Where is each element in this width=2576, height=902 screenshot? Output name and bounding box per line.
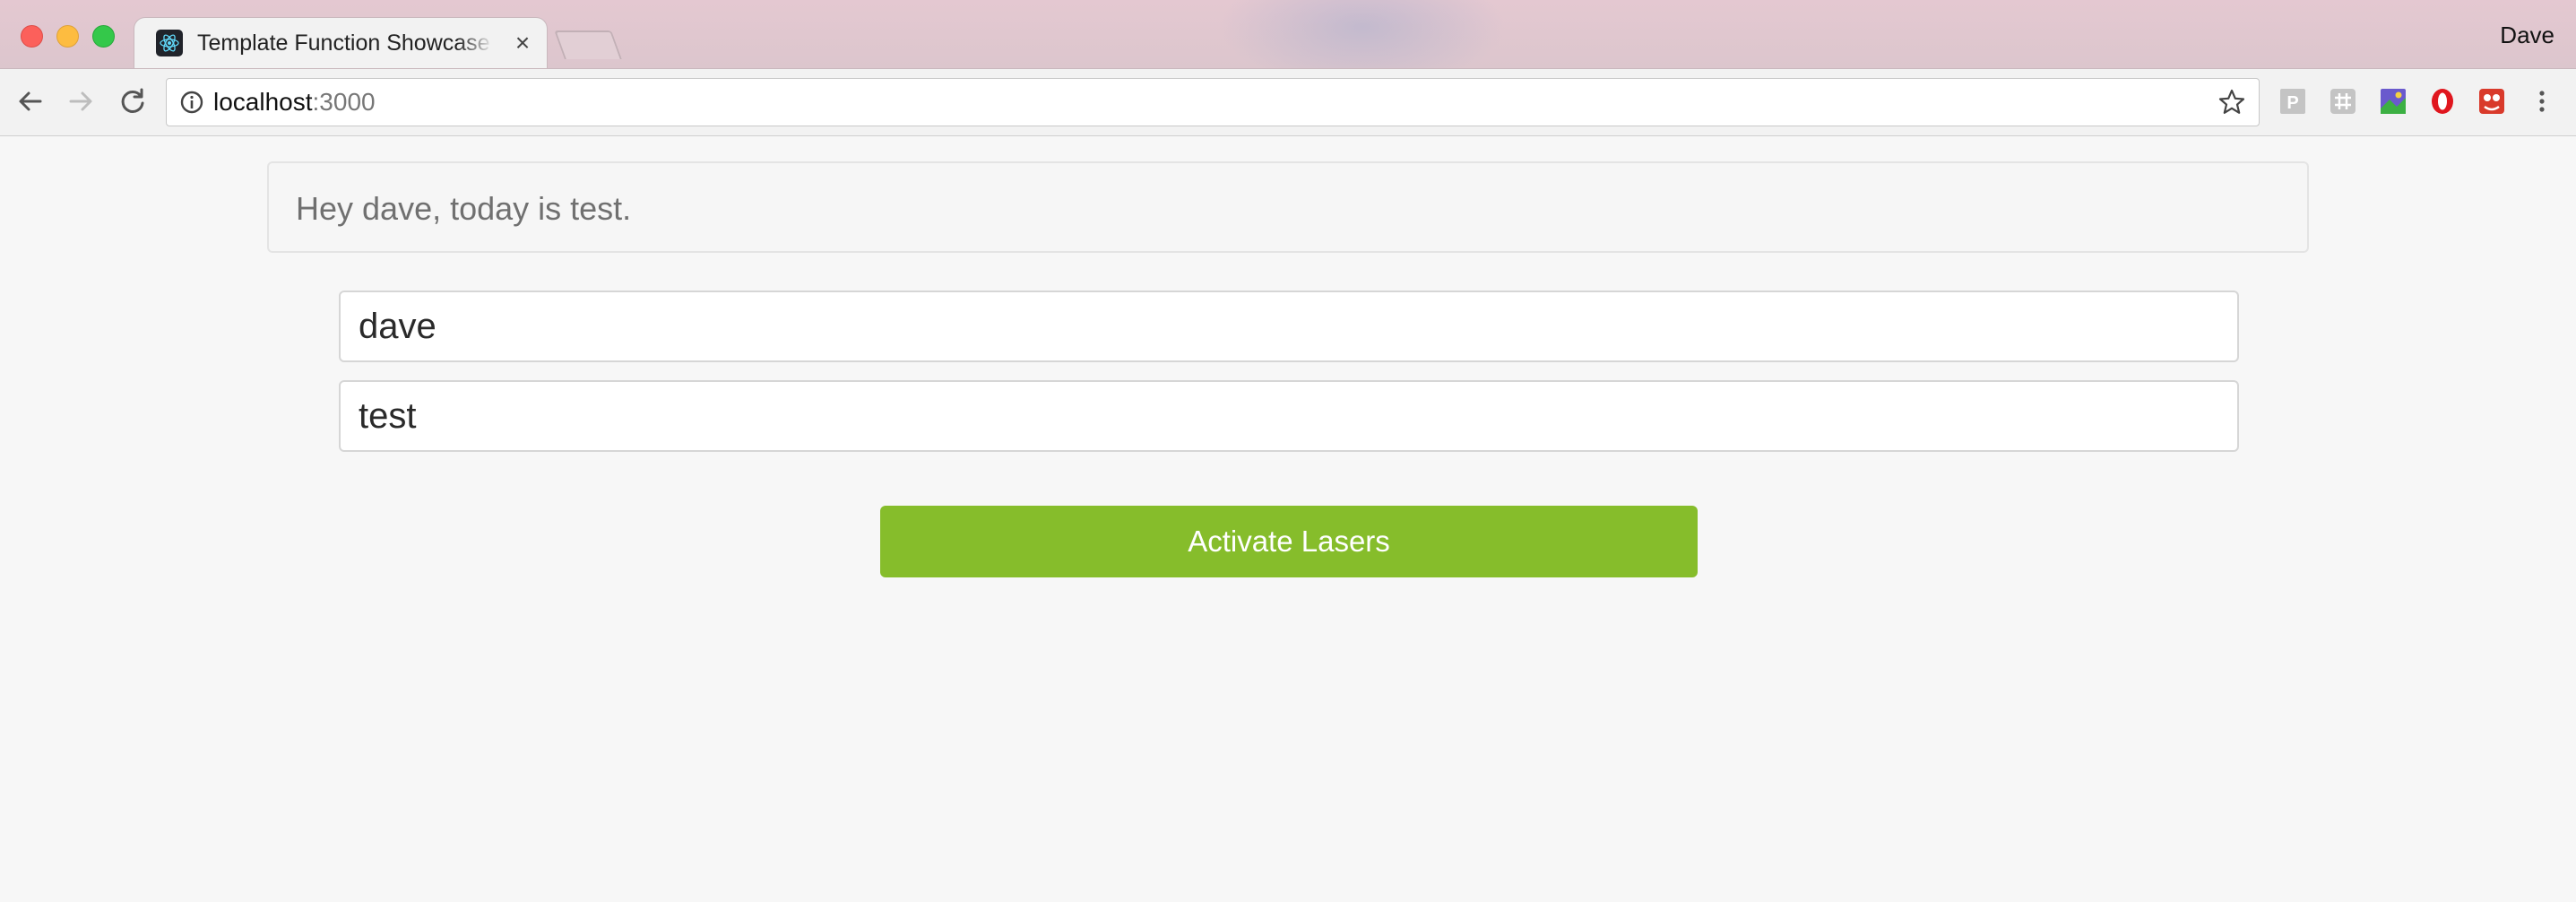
url-port: :3000 [312,88,376,116]
forward-arrow-icon[interactable] [63,83,99,119]
new-tab-button[interactable] [554,30,622,59]
greeting-panel: Hey dave, today is test. [267,161,2309,253]
tab-close-icon[interactable]: × [509,30,536,56]
reload-icon[interactable] [115,83,151,119]
titlebar-background [1219,0,1506,68]
react-logo-icon [156,30,183,56]
profile-name[interactable]: Dave [2500,22,2554,49]
p-extension-icon[interactable]: P [2278,87,2307,116]
star-icon[interactable] [2217,88,2246,117]
address-bar[interactable]: localhost:3000 [166,78,2260,126]
opera-extension-icon[interactable] [2428,87,2457,116]
info-icon[interactable] [179,90,204,115]
tab-title: Template Function Showcase App [197,30,493,56]
url-host: localhost [213,88,313,116]
image-extension-icon[interactable] [2379,87,2407,116]
maximize-window-button[interactable] [92,25,115,48]
address-url: localhost:3000 [213,88,376,117]
menu-icon[interactable] [2531,85,2553,117]
window-titlebar: Template Function Showcase App × Dave [0,0,2576,68]
svg-text:P: P [2286,93,2298,113]
minimize-window-button[interactable] [56,25,79,48]
name-input[interactable] [339,291,2239,362]
activate-lasers-button[interactable]: Activate Lasers [880,506,1698,577]
greeting-text: Hey dave, today is test. [296,190,632,227]
back-arrow-icon[interactable] [13,83,48,119]
browser-toolbar: localhost:3000 P [0,68,2576,136]
grid-extension-icon[interactable] [2329,87,2357,116]
close-window-button[interactable] [21,25,43,48]
browser-tab-active[interactable]: Template Function Showcase App × [134,18,547,68]
day-input[interactable] [339,380,2239,452]
red-extension-icon[interactable] [2477,87,2506,116]
